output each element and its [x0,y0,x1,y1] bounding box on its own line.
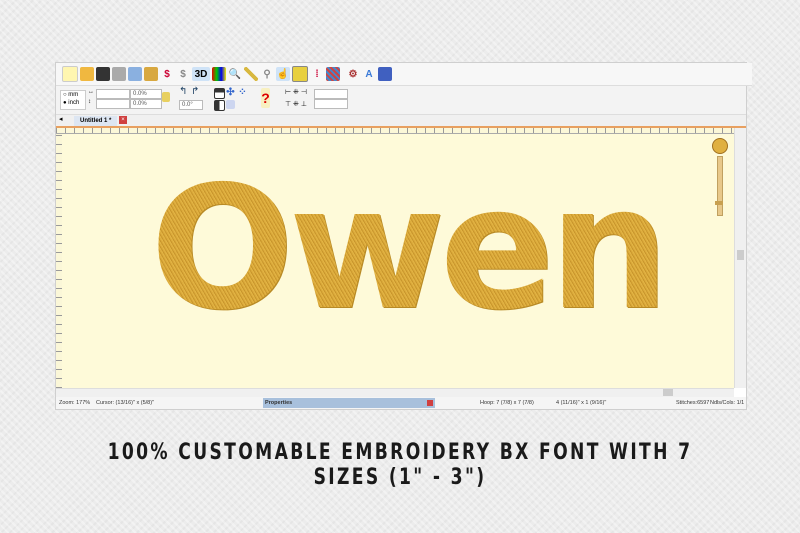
caption: 100% CUSTOMABLE EMBROIDERY BX FONT WITH … [107,440,693,490]
stitches-status: Stitches:6597 [676,400,710,406]
unit-group: ○ mm ● inch [60,90,86,110]
ruler-icon[interactable] [244,67,258,81]
new-icon[interactable] [62,66,78,82]
align-horizontal-icons[interactable]: ⊢ ⁜ ⊣ [285,88,307,96]
height-icon: ↕ [88,99,91,105]
mirror-icon[interactable]: $ [160,67,174,81]
height-input[interactable] [96,99,130,109]
width-icon: ↔ [88,89,94,95]
print-icon[interactable] [112,67,126,81]
align-top-icon[interactable] [214,88,225,99]
copy-icon[interactable] [128,67,142,81]
open-icon[interactable] [80,67,94,81]
cursor-status: Cursor: (13/16)" x (5/8)" [96,400,155,406]
close-tab-icon[interactable]: × [119,116,127,124]
3d-icon[interactable]: 3D [192,67,210,81]
paste-icon[interactable] [144,67,158,81]
status-bar: Zoom: 177% Cursor: (13/16)" x (5/8)" Pro… [56,397,746,409]
help-icon[interactable]: ? [261,88,270,108]
inch-label: inch [68,100,80,106]
mm-label: mm [68,92,79,98]
design-canvas[interactable]: Owen [62,134,734,388]
tab-label: Untitled 1 * [80,118,112,124]
properties-label: Properties [265,400,293,406]
export-icon[interactable] [378,67,392,81]
properties-panel-tab[interactable]: Properties [263,398,435,408]
height-percent-input[interactable]: 0.0% [130,99,162,109]
embroidered-text[interactable]: Owen [150,164,670,334]
distribute-icon[interactable]: ⁘ [238,87,247,98]
rotate-icon[interactable]: $ [176,67,190,81]
unit-mm-radio[interactable]: ○ mm [63,92,78,98]
lock-icon[interactable] [162,92,170,102]
compass-icon[interactable] [712,138,728,154]
color-chart-icon[interactable] [212,67,226,81]
hoop-icon[interactable]: ⚲ [260,67,274,81]
center-icon[interactable]: ✣ [226,87,235,98]
document-tabs: ◂ Untitled 1 * × [56,115,746,128]
save-icon[interactable] [96,67,110,81]
stitch-pattern-icon[interactable] [326,67,340,81]
vertical-scrollbar[interactable] [734,128,746,388]
frame-icon[interactable] [292,66,308,82]
design-size-status: 4 (11/16)" x 1 (9/16)" [556,400,607,406]
rotate-right-icon[interactable]: ↱ [191,86,199,97]
unit-inch-radio[interactable]: ● inch [63,100,79,106]
align-y-input[interactable] [314,99,348,109]
rotation-input[interactable]: 0.0° [179,100,203,110]
align-vertical-icons[interactable]: ⊤ ⁜ ⊥ [285,100,307,108]
thread-icon[interactable]: ⁞ [310,67,324,81]
zoom-status: Zoom: 177% [59,400,91,406]
needles-status: Ndls/Cols: 1/1 [710,400,745,406]
embroidery-app-window: $ $ 3D 🔍 ⚲ ☝ ⁞ ⚙ A ○ mm ● inch ↔ ↕ 0.0% … [55,62,752,410]
tab-untitled-1[interactable]: Untitled 1 * [74,116,118,126]
vertical-scroll-thumb[interactable] [737,250,744,260]
zoom-slider[interactable] [715,156,723,216]
width-input[interactable] [96,89,130,99]
main-toolbar: $ $ 3D 🔍 ⚲ ☝ ⁞ ⚙ A [56,63,752,86]
horizontal-scrollbar[interactable] [56,388,734,397]
hoop-status: Hoop: 7 (7/8) x 7 (7/8) [480,400,534,406]
properties-toolbar: ○ mm ● inch ↔ ↕ 0.0% 0.0% ↰ ↱ 0.0° ✣ ⁘ ?… [56,86,746,115]
align-x-input[interactable] [314,89,348,99]
horizontal-scroll-thumb[interactable] [663,389,673,396]
fill-icon[interactable] [214,100,225,111]
list-icon[interactable] [226,100,235,109]
settings-icon[interactable]: ⚙ [346,67,360,81]
rotate-left-icon[interactable]: ↰ [179,86,187,97]
zoom-slider-thumb[interactable] [715,201,723,205]
tab-scroll-left-icon[interactable]: ◂ [59,115,63,123]
close-properties-icon[interactable] [427,400,433,406]
width-percent-input[interactable]: 0.0% [130,89,162,99]
hand-icon[interactable]: ☝ [276,67,290,81]
magnifier-icon[interactable]: 🔍 [228,67,242,81]
lettering-icon[interactable]: A [362,67,376,81]
